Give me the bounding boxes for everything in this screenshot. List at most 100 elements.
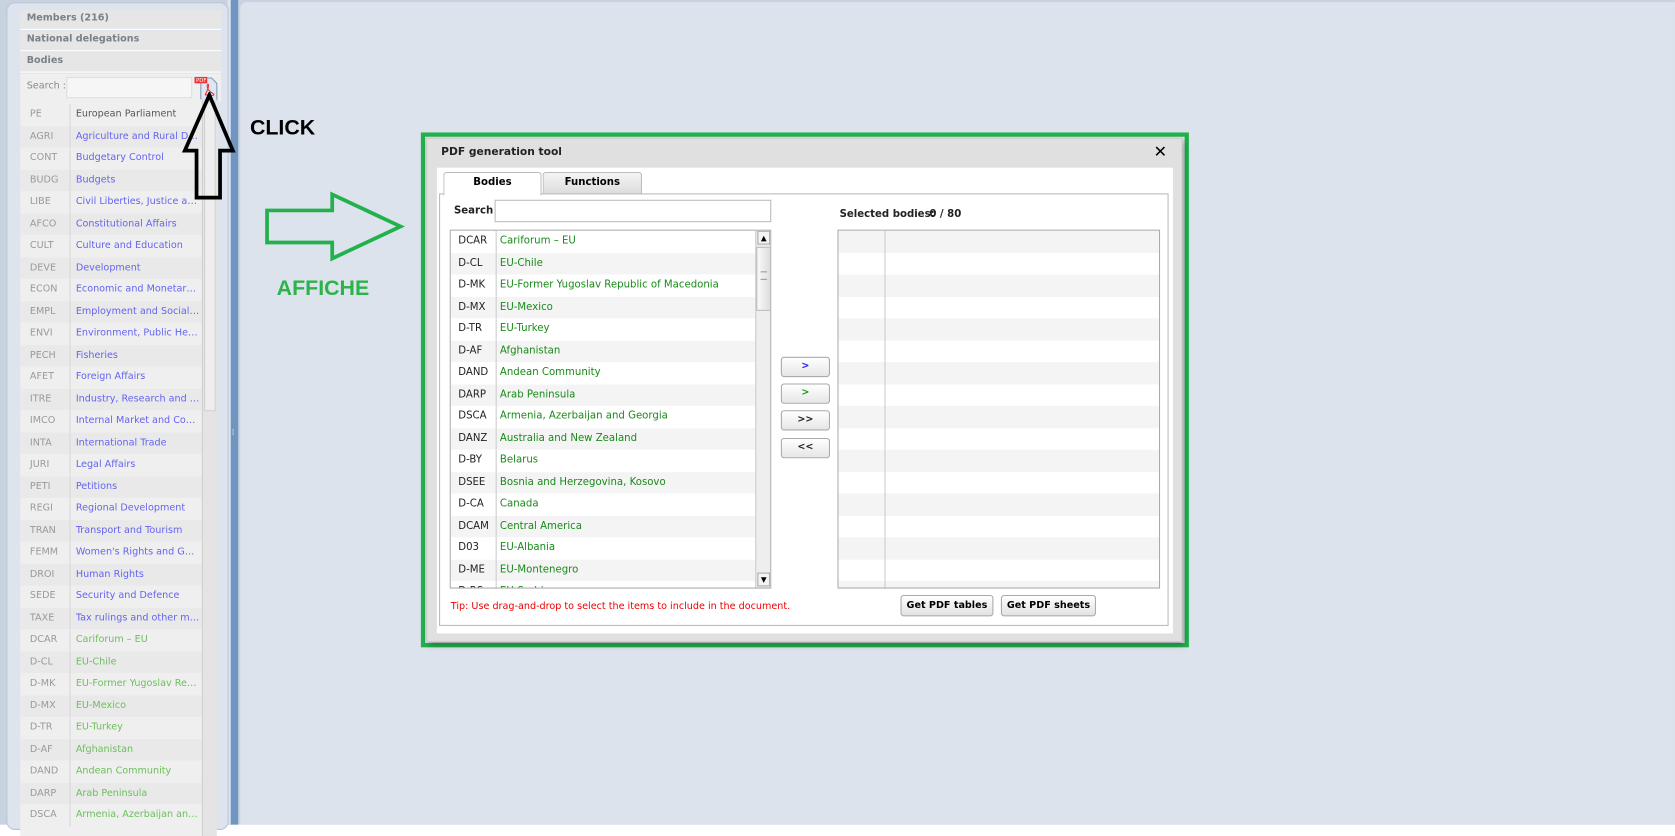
sidebar-list-item[interactable]: SEDE Security and Defence [20, 585, 202, 608]
item-code: DCAR [29, 634, 58, 646]
selected-empty-row [838, 405, 1159, 428]
body-name: Andean Community [495, 362, 756, 385]
remove-all-button[interactable]: << [780, 437, 830, 459]
sidebar-list-item[interactable]: PE European Parliament [20, 103, 202, 126]
sidebar-list-item[interactable]: BUDG Budgets [20, 169, 202, 192]
sidebar-scrollbar[interactable] [201, 99, 217, 836]
close-icon[interactable]: ✕ [1154, 142, 1167, 161]
available-body-row[interactable]: DARP Arab Peninsula [450, 384, 756, 406]
dialog-search-input[interactable] [494, 199, 772, 223]
body-code: DCAR [458, 235, 488, 247]
sidebar-list-item[interactable]: IMCO Internal Market and Consu... [20, 410, 202, 433]
sidebar-list-item[interactable]: LIBE Civil Liberties, Justice and ... [20, 191, 202, 214]
available-body-row[interactable]: DCAM Central America [450, 515, 756, 538]
available-body-row[interactable]: D-CL EU-Chile [450, 252, 756, 275]
item-name: Internal Market and Consu... [69, 410, 200, 433]
screen: ⁞ Members (216) National delegations Bod… [0, 0, 1675, 836]
body-code: DSEE [458, 475, 486, 488]
available-body-row[interactable]: DCAR Cariforum – EU [450, 230, 756, 253]
accordion-members[interactable]: Members (216) [20, 9, 222, 30]
body-code: D-CL [458, 256, 483, 269]
sidebar-list-item[interactable]: PETI Petitions [20, 475, 202, 498]
item-code: AFCO [29, 218, 57, 230]
sidebar-list-item[interactable]: ITRE Industry, Research and Ene... [20, 388, 202, 411]
sidebar-list-item[interactable]: FEMM Women's Rights and Gend... [20, 541, 202, 564]
sidebar-list-item[interactable]: TRAN Transport and Tourism [20, 519, 202, 542]
available-body-row[interactable]: D-CA Canada [450, 493, 756, 516]
sidebar-list-item[interactable]: EMPL Employment and Social Aff... [20, 300, 202, 323]
sidebar-list-item[interactable]: CONT Budgetary Control [20, 147, 202, 170]
sidebar-list-item[interactable]: INTA International Trade [20, 432, 202, 454]
item-name: Civil Liberties, Justice and ... [69, 191, 200, 214]
item-name: Economic and Monetary Aff... [69, 278, 200, 301]
available-body-row[interactable]: D-MK EU-Former Yugoslav Republic of Maced… [450, 274, 756, 297]
available-list-scrollbar[interactable]: ▲ ▼ [755, 230, 771, 588]
tip-text: Tip: Use drag-and-drop to select the ite… [450, 601, 791, 613]
item-code: BUDG [29, 174, 59, 186]
selected-empty-row [838, 230, 1159, 253]
available-body-row[interactable]: DANZ Australia and New Zealand [450, 427, 756, 450]
item-name: Culture and Education [69, 235, 199, 257]
get-pdf-sheets-button[interactable]: Get PDF sheets [1000, 594, 1096, 617]
sidebar-list-item[interactable]: AGRI Agriculture and Rural Deve... [20, 125, 202, 148]
sidebar-list-item[interactable]: D-AF Afghanistan [20, 738, 202, 761]
scroll-up-icon[interactable]: ▲ [757, 230, 771, 245]
sidebar-list-item[interactable]: TAXE Tax rulings and other meas... [20, 607, 202, 630]
item-code: JURI [29, 459, 50, 471]
column-divider [884, 230, 886, 588]
sidebar-list-item[interactable]: CULT Culture and Education [20, 235, 202, 257]
sidebar-list-item[interactable]: DCAR Cariforum – EU [20, 629, 202, 652]
available-body-row[interactable]: DSEE Bosnia and Herzegovina, Kosovo [450, 471, 756, 494]
sidebar-list-item[interactable]: REGI Regional Development [20, 497, 202, 520]
sidebar-list-item[interactable]: D-MK EU-Former Yugoslav Repu... [20, 672, 202, 695]
move-selected-alt-button[interactable]: > [780, 383, 830, 404]
sidebar-list-item[interactable]: D-CL EU-Chile [20, 651, 202, 673]
available-body-row[interactable]: D-AF Afghanistan [450, 340, 756, 363]
body-code: DANZ [458, 432, 488, 444]
tab-bodies[interactable]: Bodies [443, 171, 542, 196]
selected-bodies-list[interactable] [837, 229, 1161, 589]
available-body-row[interactable]: D-RS EU-Serbia [450, 581, 756, 588]
click-annotation: CLICK [249, 116, 316, 140]
available-body-row[interactable]: DSCA Armenia, Azerbaijan and Georgia [450, 405, 756, 428]
sidebar-list-item[interactable]: DEVE Development [20, 256, 202, 279]
get-pdf-tables-button[interactable]: Get PDF tables [900, 594, 994, 617]
sidebar-list-item[interactable]: D-TR EU-Turkey [20, 716, 202, 739]
item-name: Women's Rights and Gend... [69, 541, 200, 564]
sidebar-list-item[interactable]: DROI Human Rights [20, 563, 202, 586]
available-body-row[interactable]: D-BY Belarus [450, 449, 756, 472]
accordion-national-delegations[interactable]: National delegations [20, 30, 222, 52]
sidebar-list-item[interactable]: ENVI Environment, Public Health... [20, 322, 202, 345]
sidebar-list-item[interactable]: AFCO Constitutional Affairs [20, 213, 202, 236]
sidebar-list-item[interactable]: AFET Foreign Affairs [20, 366, 202, 389]
move-selected-button[interactable]: > [780, 356, 830, 378]
selected-empty-row [838, 296, 1159, 319]
accordion-bodies[interactable]: Bodies [20, 52, 222, 73]
sidebar-list-item[interactable]: DARP Arab Peninsula [20, 782, 202, 805]
move-all-button[interactable]: >> [780, 410, 830, 431]
sidebar-list-item[interactable]: DAND Andean Community [20, 760, 202, 783]
sidebar-list-item[interactable]: ECON Economic and Monetary Aff... [20, 278, 202, 301]
selected-empty-row [838, 515, 1159, 538]
available-body-row[interactable]: D-ME EU-Montenegro [450, 559, 756, 582]
item-name: Human Rights [69, 563, 199, 586]
sidebar-list-item[interactable]: JURI Legal Affairs [20, 453, 202, 476]
sidebar-list-item[interactable]: PECH Fisheries [20, 344, 202, 367]
body-name: EU-Albania [495, 537, 756, 560]
grip-icon [760, 271, 767, 280]
available-body-row[interactable]: DAND Andean Community [450, 362, 756, 385]
item-name: Security and Defence [69, 585, 199, 608]
available-body-row[interactable]: D-MX EU-Mexico [450, 296, 756, 319]
body-name: EU-Mexico [495, 296, 756, 319]
scroll-down-icon[interactable]: ▼ [757, 572, 771, 587]
tab-functions[interactable]: Functions [542, 171, 642, 195]
sidebar-search-input[interactable] [66, 76, 193, 99]
available-body-row[interactable]: D-TR EU-Turkey [450, 318, 756, 341]
body-code: D-ME [458, 563, 485, 576]
sidebar-list-item[interactable]: DSCA Armenia, Azerbaijan and G... [20, 804, 202, 827]
sidebar-list-item[interactable]: D-MX EU-Mexico [20, 694, 202, 717]
available-body-row[interactable]: D03 EU-Albania [450, 537, 756, 560]
item-name: Legal Affairs [69, 453, 199, 476]
available-list-scroll-thumb[interactable] [756, 246, 771, 311]
item-name: Regional Development [69, 497, 199, 520]
